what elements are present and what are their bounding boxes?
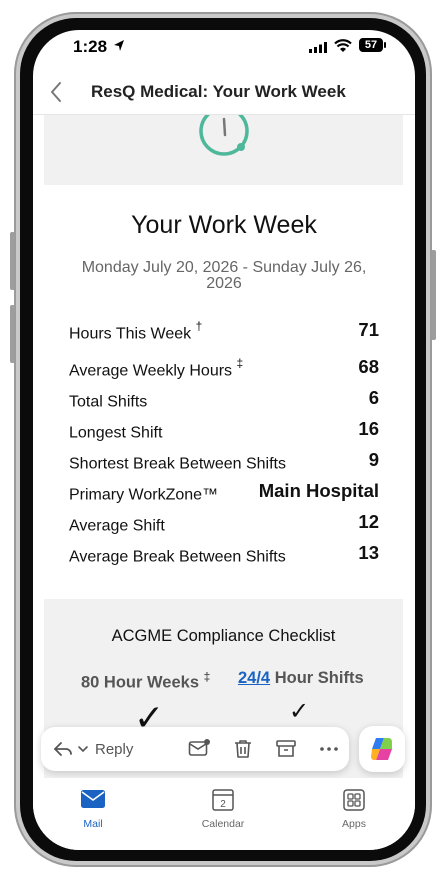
stat-value: 71 [358,319,379,340]
mail-unread-icon[interactable] [187,737,211,761]
volume-button [10,305,15,363]
stat-row: Shortest Break Between Shifts 9 [69,449,379,473]
compliance-item-80-hour: 80 Hour Weeks ‡ [81,670,211,692]
email-subject-title: ResQ Medical: Your Work Week [91,82,346,101]
battery-icon: 57 [359,38,383,52]
stat-label: Longest Shift [69,424,163,441]
cellular-signal-icon [309,42,327,53]
stat-label: Average Shift [69,517,165,534]
stat-row: Total Shifts 6 [69,387,379,411]
stat-label: Shortest Break Between Shifts [69,455,286,472]
stat-row: Primary WorkZone™ Main Hospital [69,480,379,504]
stat-row: Hours This Week † 71 [69,319,379,343]
action-toolbar: Reply [41,727,349,771]
stat-value: 13 [358,542,379,563]
compliance-title: ACGME Compliance Checklist [111,627,336,645]
wifi-icon [334,39,352,52]
svg-text:2: 2 [220,799,226,810]
stat-value: 16 [358,418,379,439]
stat-label: Primary WorkZone™ [69,486,219,503]
tab-mail[interactable]: Mail [53,788,133,830]
stat-row: Average Weekly Hours ‡ 68 [69,356,379,380]
header-banner [44,115,403,185]
copilot-button[interactable] [359,726,405,772]
mail-icon [81,790,105,808]
more-icon[interactable] [317,737,341,761]
archive-icon[interactable] [274,737,298,761]
date-range: Monday July 20, 2026 - Sunday July 26, 2… [81,259,367,292]
stat-value: 12 [358,511,379,532]
screen: 1:28 57 ResQ Medical: Your Work Week You… [33,30,415,850]
tab-label: Mail [83,818,103,830]
trash-icon[interactable] [231,737,255,761]
back-chevron-icon[interactable] [45,80,69,104]
compliance-link[interactable]: 24/4 [238,669,270,687]
gauge-icon [199,115,249,156]
compliance-item-24-4: 24/4 Hour Shifts [238,669,364,687]
email-heading: Your Work Week [131,211,317,239]
stat-row: Average Break Between Shifts 13 [69,542,379,566]
stat-value: 9 [368,449,379,470]
tab-calendar[interactable]: 2 Calendar [183,788,263,830]
stat-label: Total Shifts [69,393,148,410]
stat-label: Average Break Between Shifts [69,548,286,565]
reply-arrow-icon [54,742,72,756]
tab-apps[interactable]: Apps [314,788,394,830]
status-time: 1:28 [73,37,108,56]
apps-grid-icon [343,789,365,811]
stat-row: Longest Shift 16 [69,418,379,442]
chevron-down-icon [78,746,88,753]
stat-value: Main Hospital [258,480,379,501]
location-arrow-icon [114,40,124,51]
copilot-icon [371,738,393,760]
battery-tip [384,42,386,48]
reply-button[interactable]: Reply [53,737,133,761]
stat-value: 6 [368,387,379,408]
tab-label: Calendar [201,818,245,830]
reply-label: Reply [95,740,134,758]
nav-bar: ResQ Medical: Your Work Week [33,70,415,115]
stat-value: 68 [358,356,379,377]
stat-label: Average Weekly Hours ‡ [69,355,244,379]
calendar-icon: 2 [212,789,234,811]
tab-bar: Mail 2 Calendar Apps [33,778,415,850]
check-mark-icon: ✓ [289,698,310,725]
stat-row: Average Shift 12 [69,511,379,535]
action-button [10,232,15,290]
status-bar: 1:28 57 [33,30,415,64]
tab-label: Apps [342,818,366,830]
stat-label: Hours This Week † [69,318,203,342]
power-button [431,250,436,340]
